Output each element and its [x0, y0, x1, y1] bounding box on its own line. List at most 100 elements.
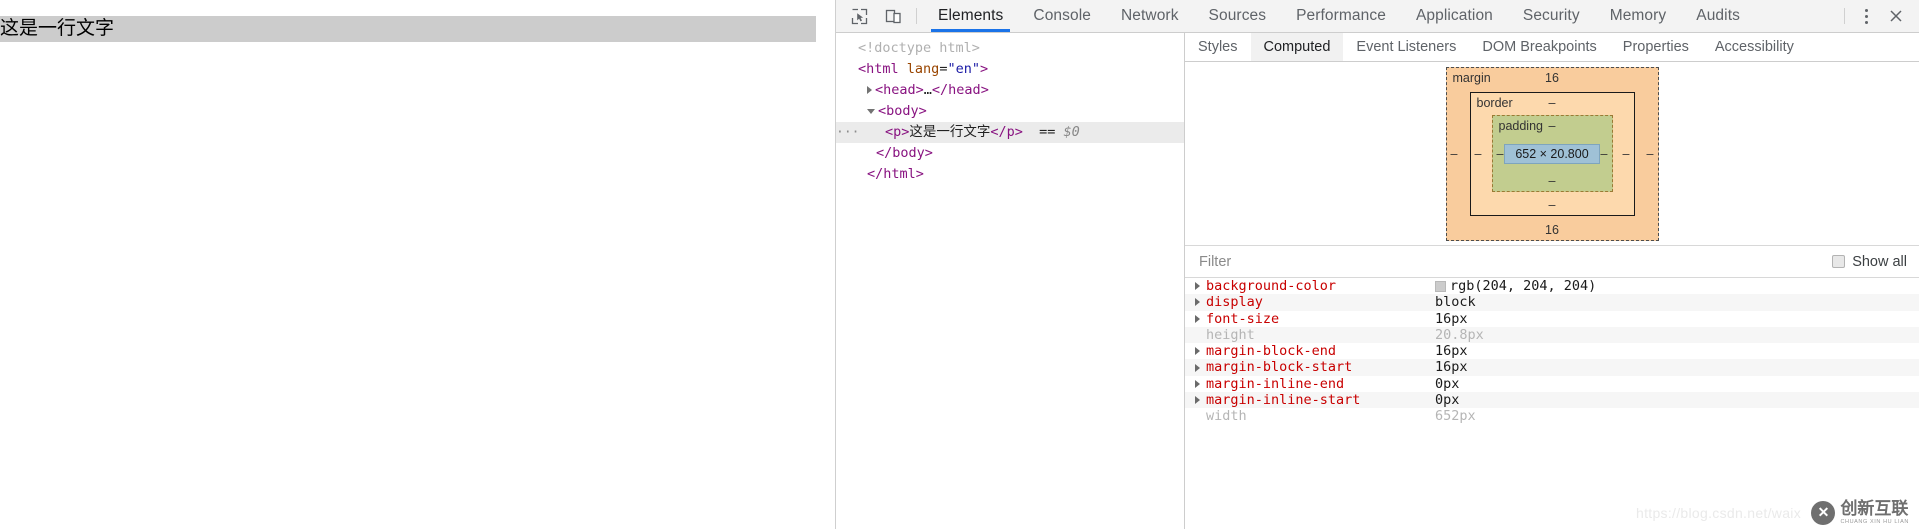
dom-token: …	[924, 82, 932, 98]
sidebar-tab-event-listeners[interactable]: Event Listeners	[1343, 33, 1469, 61]
tab-console[interactable]: Console	[1018, 0, 1106, 32]
dom-node[interactable]: <head>…</head>	[836, 80, 1184, 101]
dom-tree[interactable]: <!doctype html><html lang="en"><head>…</…	[836, 33, 1185, 529]
property-value: 652px	[1435, 408, 1476, 424]
property-value: 16px	[1435, 311, 1468, 327]
inspect-element-icon[interactable]	[842, 0, 876, 32]
computed-property-row[interactable]: margin-inline-end0px	[1185, 376, 1919, 392]
property-name: margin-inline-start	[1206, 392, 1435, 408]
dom-token: <p>	[885, 124, 909, 140]
dom-node[interactable]: <!doctype html>	[836, 38, 1184, 59]
dom-token: </html>	[867, 166, 924, 182]
dom-token: <body>	[878, 103, 927, 119]
box-model-border[interactable]: border – – – – padding – – – –	[1470, 92, 1635, 216]
dom-node-selected[interactable]: ···<p>这是一行文字</p> == $0	[836, 122, 1184, 143]
dom-node[interactable]: <body>	[836, 101, 1184, 122]
box-model-padding-bottom[interactable]: –	[1549, 174, 1556, 188]
tab-network[interactable]: Network	[1106, 0, 1194, 32]
computed-property-row[interactable]: margin-inline-start0px	[1185, 392, 1919, 408]
dom-token: ==	[1023, 124, 1064, 140]
more-options-icon[interactable]	[1851, 0, 1881, 32]
box-model-padding-right[interactable]: –	[1601, 147, 1608, 161]
property-value: block	[1435, 294, 1476, 310]
computed-properties-list[interactable]: background-colorrgb(204, 204, 204)displa…	[1185, 278, 1919, 529]
property-name: font-size	[1206, 311, 1435, 327]
dom-node[interactable]: </html>	[836, 164, 1184, 185]
computed-property-row[interactable]: margin-block-start16px	[1185, 359, 1919, 375]
computed-property-row[interactable]: height20.8px	[1185, 327, 1919, 343]
filter-input[interactable]	[1199, 254, 1832, 270]
tab-elements[interactable]: Elements	[923, 0, 1018, 32]
dom-node-content: </html>	[858, 164, 924, 185]
dom-node-content: <!doctype html>	[858, 38, 980, 59]
property-value: 0px	[1435, 376, 1459, 392]
sidebar-tab-accessibility[interactable]: Accessibility	[1702, 33, 1807, 61]
chevron-right-icon[interactable]	[1195, 298, 1206, 306]
box-model-margin[interactable]: margin 16 16 – – border – – – – padd	[1446, 67, 1659, 241]
sidebar-tab-dom-breakpoints[interactable]: DOM Breakpoints	[1469, 33, 1609, 61]
computed-property-row[interactable]: font-size16px	[1185, 311, 1919, 327]
box-model-margin-left[interactable]: –	[1451, 147, 1458, 161]
box-model-margin-top[interactable]: 16	[1545, 71, 1559, 85]
dom-node[interactable]: <html lang="en">	[836, 59, 1184, 80]
sidebar-tab-properties[interactable]: Properties	[1610, 33, 1702, 61]
chevron-right-icon[interactable]	[1195, 282, 1206, 290]
box-model-padding-top[interactable]: –	[1549, 119, 1556, 133]
box-model-padding-label: padding	[1499, 119, 1544, 133]
chevron-right-icon[interactable]	[1195, 396, 1206, 404]
dom-node-gutter[interactable]: ···	[836, 127, 858, 139]
box-model-border-bottom[interactable]: –	[1549, 198, 1556, 212]
dom-token: <!doctype html>	[858, 40, 980, 56]
tab-application[interactable]: Application	[1401, 0, 1508, 32]
page-paragraph: 这是一行文字	[0, 16, 816, 42]
dom-token: lang	[907, 61, 940, 77]
show-all-toggle[interactable]: Show all	[1832, 254, 1907, 270]
dom-node[interactable]: </body>	[836, 143, 1184, 164]
tab-audits[interactable]: Audits	[1681, 0, 1755, 32]
box-model-border-right[interactable]: –	[1623, 147, 1630, 161]
chevron-right-icon[interactable]	[1195, 347, 1206, 355]
sidebar-tab-computed[interactable]: Computed	[1251, 33, 1344, 61]
chevron-right-icon[interactable]	[1195, 315, 1206, 323]
box-model-padding-left[interactable]: –	[1497, 147, 1504, 161]
computed-property-row[interactable]: margin-block-end16px	[1185, 343, 1919, 359]
tab-sources[interactable]: Sources	[1194, 0, 1282, 32]
dom-node-content: <html lang="en">	[858, 59, 988, 80]
tab-memory[interactable]: Memory	[1595, 0, 1682, 32]
property-value: 16px	[1435, 343, 1468, 359]
color-swatch-icon[interactable]	[1435, 281, 1446, 292]
property-value: rgb(204, 204, 204)	[1435, 278, 1596, 294]
box-model-border-left[interactable]: –	[1475, 147, 1482, 161]
dom-token: >	[980, 61, 988, 77]
property-value: 16px	[1435, 359, 1468, 375]
show-all-checkbox[interactable]	[1832, 255, 1845, 268]
box-model-margin-bottom[interactable]: 16	[1545, 223, 1559, 237]
dom-node-content: <head>…</head>	[858, 80, 989, 101]
box-model-padding[interactable]: padding – – – – 652 × 20.800	[1492, 115, 1613, 192]
chevron-right-icon[interactable]	[1195, 380, 1206, 388]
tab-security[interactable]: Security	[1508, 0, 1595, 32]
box-model-border-top[interactable]: –	[1549, 96, 1556, 110]
dom-token	[899, 61, 907, 77]
chevron-down-icon[interactable]	[867, 109, 875, 114]
property-name: height	[1206, 327, 1435, 343]
chevron-right-icon[interactable]	[867, 86, 872, 94]
main-tabs: ElementsConsoleNetworkSourcesPerformance…	[923, 0, 1755, 32]
computed-property-row[interactable]: background-colorrgb(204, 204, 204)	[1185, 278, 1919, 294]
computed-property-row[interactable]: width652px	[1185, 408, 1919, 424]
devtools-screenshot: 这是一行文字 ElementsConsoleNetworkSourcesPerf…	[0, 0, 1919, 529]
toolbar-divider-right	[1844, 8, 1845, 24]
box-model-margin-right[interactable]: –	[1647, 147, 1654, 161]
computed-filter-bar: Show all	[1185, 246, 1919, 278]
chevron-right-icon[interactable]	[1195, 364, 1206, 372]
close-icon[interactable]	[1881, 0, 1911, 32]
tab-performance[interactable]: Performance	[1281, 0, 1401, 32]
dom-token: </body>	[876, 145, 933, 161]
dom-token: <head>	[875, 82, 924, 98]
dom-token: $0	[1064, 124, 1080, 140]
sidebar-tab-styles[interactable]: Styles	[1185, 33, 1251, 61]
box-model-content-size[interactable]: 652 × 20.800	[1504, 144, 1599, 164]
computed-property-row[interactable]: displayblock	[1185, 294, 1919, 310]
device-toolbar-icon[interactable]	[876, 0, 910, 32]
toolbar-divider	[916, 8, 917, 24]
